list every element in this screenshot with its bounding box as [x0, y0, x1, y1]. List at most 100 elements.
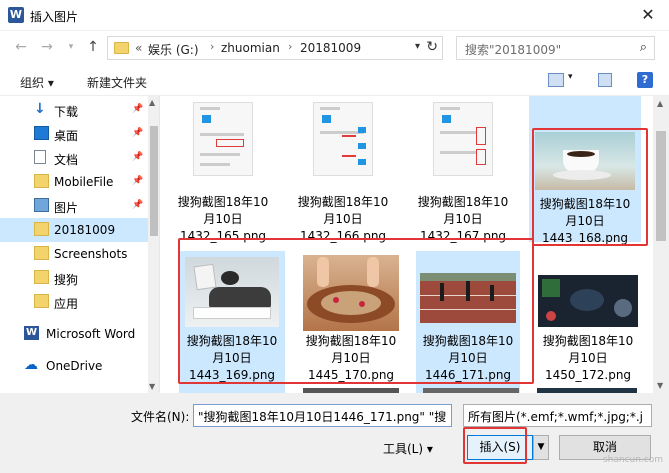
insert-dropdown-icon[interactable]: ▼ [533, 435, 549, 460]
organize-button[interactable]: 组织 ▾ [20, 74, 54, 91]
breadcrumb-drive[interactable]: 娱乐 (G:) [148, 41, 199, 58]
scroll-up-icon[interactable]: ▲ [657, 99, 663, 108]
sidebar-item-label: 20181009 [54, 223, 116, 237]
pin-icon[interactable]: 📌 [132, 104, 143, 114]
file-item[interactable]: 搜狗截图18年10 月10日 1432_165.png [167, 96, 279, 243]
back-arrow-icon[interactable]: ← [12, 38, 30, 56]
filetype-select[interactable]: 所有图片(*.emf;*.wmf;*.jpg;*.j [463, 404, 652, 427]
sidebar-item-label: Screenshots [54, 247, 128, 261]
folder-icon [34, 246, 49, 260]
screenshot-thumbnail [433, 102, 493, 176]
screenshot-thumbnail [193, 102, 253, 176]
pin-icon[interactable]: 📌 [132, 200, 143, 210]
pictures-icon [34, 198, 49, 212]
sidebar-item-label: MobileFile [54, 175, 114, 189]
tools-menu-button[interactable]: 工具(L) ▾ [383, 440, 433, 457]
sidebar-item-label: 搜狗 [54, 273, 79, 287]
sidebar-item-label: Microsoft Word [46, 327, 136, 341]
sidebar-item-pictures[interactable]: 图片 📌 [0, 194, 148, 218]
dialog-footer: 文件名(N): "搜狗截图18年10月10日1446_171.png" "搜 所… [0, 393, 669, 473]
file-name: 搜狗截图18年10 [177, 195, 269, 209]
view-dropdown-icon[interactable]: ▾ [568, 72, 573, 82]
file-name: 月10日 [323, 212, 363, 226]
file-item[interactable]: 搜狗截图18年10 月10日 1450_172.png [532, 251, 644, 393]
file-name: 月10日 [443, 212, 483, 226]
file-item[interactable]: 搜狗截图18年10 月10日 1432_166.png [287, 96, 399, 243]
content-scrollbar[interactable]: ▲ ▼ [653, 96, 669, 393]
close-icon[interactable]: ✕ [637, 4, 659, 26]
scroll-down-icon[interactable]: ▼ [149, 382, 155, 391]
file-name: 搜狗截图18年10 [542, 334, 634, 348]
folder-icon [34, 174, 49, 188]
search-input[interactable]: 搜索"20181009" [465, 41, 561, 58]
sidebar-item-label: OneDrive [46, 359, 103, 373]
content-scroll-thumb[interactable] [656, 131, 666, 241]
window-title: 插入图片 [30, 10, 79, 24]
pin-icon[interactable]: 📌 [132, 152, 143, 162]
refresh-icon[interactable]: ↻ [426, 39, 438, 55]
sidebar-item-sogou[interactable]: 搜狗 [0, 266, 148, 290]
highlight-box [463, 427, 527, 464]
navigation-pane: ↓ 下载 📌 桌面 📌 文档 📌 MobileFile 📌 图片 📌 20181… [0, 96, 160, 393]
download-icon: ↓ [34, 101, 46, 117]
filename-input[interactable]: "搜狗截图18年10月10日1446_171.png" "搜 [193, 404, 452, 427]
breadcrumb-separator-icon[interactable]: › [210, 40, 214, 53]
file-name: 月10日 [568, 351, 608, 365]
breadcrumb-20181009[interactable]: 20181009 [300, 41, 361, 55]
breadcrumb-separator-icon[interactable]: › [288, 40, 292, 53]
document-icon [34, 150, 46, 164]
scroll-down-icon[interactable]: ▼ [657, 381, 663, 390]
breadcrumb-overflow[interactable]: « [135, 41, 142, 55]
screenshot-thumbnail [313, 102, 373, 176]
address-bar[interactable]: « 娱乐 (G:) › zhuomian › 20181009 ▾ ↻ [107, 36, 443, 60]
sidebar-item-20181009[interactable]: 20181009 [0, 218, 148, 242]
file-name: 搜狗截图18年10 [417, 195, 509, 209]
help-icon[interactable]: ? [637, 72, 653, 88]
sidebar-item-apps[interactable]: 应用 [0, 290, 148, 314]
sidebar-item-label: 应用 [54, 297, 79, 311]
watermark: shancun.com [602, 455, 663, 465]
highlight-box [178, 238, 534, 384]
highlight-box [532, 128, 648, 246]
file-name: 月10日 [203, 212, 243, 226]
forward-arrow-icon[interactable]: → [38, 38, 56, 56]
folder-icon [34, 222, 49, 236]
sidebar-item-label: 桌面 [54, 129, 79, 143]
sidebar-item-onedrive[interactable]: ☁ OneDrive [0, 354, 148, 378]
sidebar-item-mobilefile[interactable]: MobileFile 📌 [0, 170, 148, 194]
sidebar-item-label: 下载 [54, 105, 79, 119]
sidebar-item-downloads[interactable]: ↓ 下载 📌 [0, 98, 148, 122]
title-bar: W 插入图片 ✕ [0, 0, 669, 31]
folder-icon [114, 42, 129, 54]
file-item[interactable]: 搜狗截图18年10 月10日 1432_167.png [407, 96, 519, 243]
search-box[interactable]: 搜索"20181009" ⌕ [456, 36, 655, 60]
pin-icon[interactable]: 📌 [132, 176, 143, 186]
folder-icon [34, 270, 49, 284]
up-arrow-icon[interactable]: ↑ [84, 38, 102, 56]
sidebar-item-screenshots[interactable]: Screenshots [0, 242, 148, 266]
address-dropdown-icon[interactable]: ▾ [415, 41, 420, 52]
search-icon[interactable]: ⌕ [640, 40, 647, 55]
sidebar-scroll-thumb[interactable] [150, 126, 158, 236]
sidebar-item-documents[interactable]: 文档 📌 [0, 146, 148, 170]
address-row: ← → ▾ ↑ « 娱乐 (G:) › zhuomian › 20181009 … [0, 31, 669, 64]
file-name: 1450_172.png [544, 368, 632, 382]
pin-icon[interactable]: 📌 [132, 128, 143, 138]
file-name: 搜狗截图18年10 [297, 195, 389, 209]
history-dropdown-icon[interactable]: ▾ [62, 38, 80, 56]
sidebar-item-label: 文档 [54, 153, 79, 167]
desktop-icon [34, 126, 49, 140]
game-screenshot-thumbnail [538, 275, 638, 327]
scroll-up-icon[interactable]: ▲ [149, 98, 155, 107]
sidebar-item-microsoft-word[interactable]: W Microsoft Word [0, 322, 148, 346]
filename-label: 文件名(N): [131, 410, 190, 424]
view-mode-icon[interactable] [548, 73, 564, 87]
folder-icon [34, 294, 49, 308]
sidebar-scrollbar[interactable]: ▲ ▼ [148, 96, 159, 393]
new-folder-button[interactable]: 新建文件夹 [87, 74, 147, 91]
breadcrumb-zhuomian[interactable]: zhuomian [221, 41, 280, 55]
preview-pane-icon[interactable] [598, 73, 612, 87]
command-toolbar: 组织 ▾ 新建文件夹 ▾ ? [0, 66, 669, 96]
sidebar-item-label: 图片 [54, 201, 79, 215]
sidebar-item-desktop[interactable]: 桌面 📌 [0, 122, 148, 146]
